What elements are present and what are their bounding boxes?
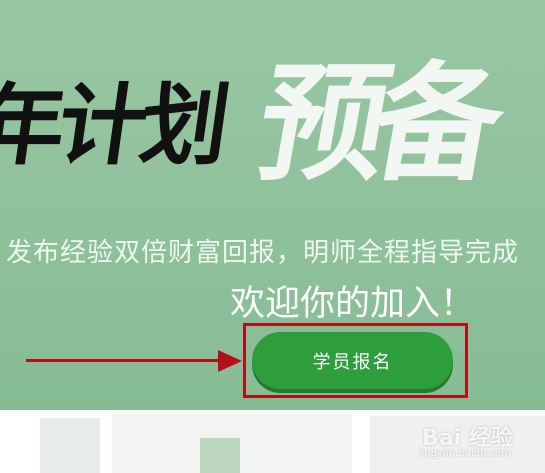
promo-subline: 发布经验双倍财富回报，明师全程指导完成 bbox=[6, 238, 520, 268]
blurred-thumbnail bbox=[200, 438, 240, 473]
calligraphy-title-black: 年计划 bbox=[0, 73, 231, 177]
calligraphy-title-white: 预备 bbox=[246, 49, 502, 199]
blurred-card bbox=[40, 418, 100, 473]
hero-banner: 年计划 预备 发布经验双倍财富回报，明师全程指导完成 欢迎你的加入！ 学员报名 bbox=[0, 0, 545, 410]
student-signup-button[interactable]: 学员报名 bbox=[252, 332, 453, 389]
baidu-watermark-url: jingyan.baidu.com bbox=[418, 448, 511, 459]
annotation-arrow-line bbox=[26, 359, 226, 362]
annotation-arrow-head bbox=[218, 350, 242, 372]
welcome-text: 欢迎你的加入！ bbox=[230, 284, 476, 324]
